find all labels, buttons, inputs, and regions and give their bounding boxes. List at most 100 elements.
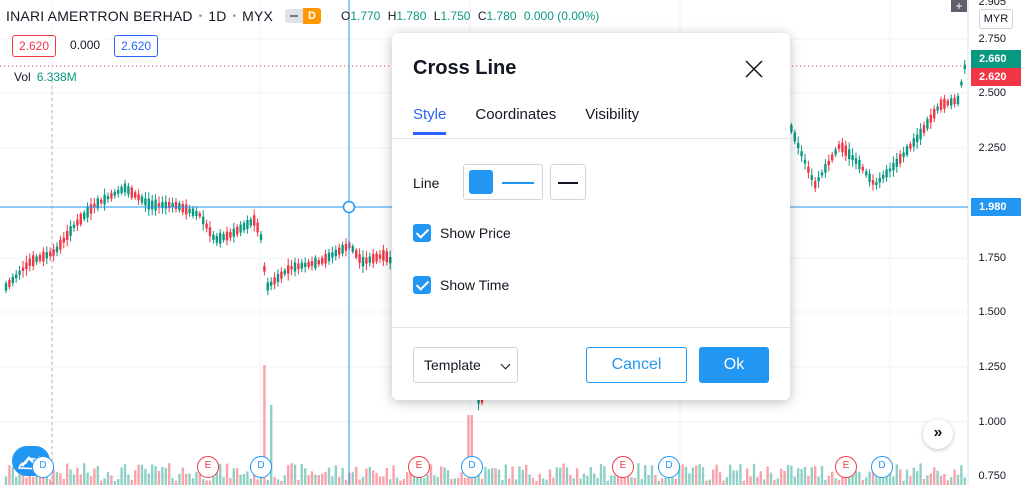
volume-bar [450, 478, 453, 485]
volume-bar [304, 468, 307, 485]
show-price-row[interactable]: Show Price [413, 224, 511, 242]
volume-bar [613, 475, 616, 485]
volume-bar [355, 466, 358, 485]
volume-bar [32, 476, 35, 485]
volume-bar [555, 467, 558, 485]
buy-button[interactable]: 2.620 [114, 35, 159, 57]
volume-bar [205, 480, 208, 485]
volume-bar [100, 480, 103, 485]
candle-body [956, 95, 960, 105]
exchange-label: MYX [242, 8, 274, 24]
candle-body [372, 253, 375, 264]
color-swatch[interactable] [469, 170, 493, 194]
dividend-event-icon[interactable]: D [461, 456, 483, 478]
plus-icon[interactable]: + [951, 0, 967, 12]
candle-body [236, 226, 239, 235]
axis-tick: 2.250 [978, 142, 1006, 154]
candle-body [15, 274, 18, 279]
candle-body [875, 182, 878, 186]
volume-bar [565, 467, 569, 485]
candle-body [854, 158, 858, 164]
candle-body [943, 98, 946, 109]
ok-button[interactable]: Ok [699, 347, 769, 383]
tab-visibility[interactable]: Visibility [585, 106, 639, 135]
candle-body [157, 203, 161, 207]
candle-body [293, 262, 297, 272]
candle-body [946, 100, 949, 106]
volume-bar [545, 479, 548, 485]
candle-body [803, 159, 807, 164]
volume-bar [936, 470, 939, 485]
dividend-event-icon[interactable]: D [250, 456, 272, 478]
show-price-checkbox[interactable] [413, 224, 431, 242]
volume-bar [229, 478, 232, 485]
tab-style[interactable]: Style [413, 106, 447, 135]
earnings-event-icon[interactable]: E [408, 456, 430, 478]
candle-body [232, 228, 235, 237]
volume-label: Vol [14, 70, 31, 84]
volume-bar [276, 479, 280, 485]
volume-bar [79, 474, 82, 485]
volume-bar [868, 471, 871, 485]
volume-bar [640, 478, 643, 485]
candle-body [171, 202, 174, 208]
volume-bar [630, 477, 633, 485]
candle-body [239, 224, 242, 233]
volume-bar [946, 480, 949, 485]
close-icon[interactable] [742, 57, 766, 81]
interval-label[interactable]: 1D [208, 8, 226, 24]
volume-bar [722, 480, 725, 485]
volume-bar [528, 474, 531, 485]
candle-body [848, 149, 851, 160]
volume-bar [151, 464, 154, 485]
volume-bar [559, 467, 562, 485]
high-value: 1.780 [396, 9, 427, 23]
tab-coordinates[interactable]: Coordinates [475, 106, 556, 135]
dividend-event-icon[interactable]: D [32, 456, 54, 478]
legend-toggle[interactable]: D [285, 8, 321, 24]
collapse-icon[interactable] [285, 9, 304, 23]
candle-body [960, 81, 963, 86]
volume-bar [249, 478, 252, 485]
template-dropdown[interactable]: Template [413, 347, 518, 383]
volume-bar [956, 474, 960, 485]
axis-tick: 1.500 [978, 306, 1006, 318]
show-time-checkbox[interactable] [413, 276, 431, 294]
candle-body [154, 199, 157, 211]
candle-body [314, 257, 317, 269]
volume-bar [358, 479, 361, 485]
candle-body [790, 125, 793, 132]
candle-body [861, 166, 864, 171]
volume-bar [307, 475, 310, 485]
line-thickness-button[interactable] [550, 164, 586, 200]
line-color-style-button[interactable] [463, 164, 543, 200]
earnings-event-icon[interactable]: E [197, 456, 219, 478]
show-time-row[interactable]: Show Time [413, 276, 509, 294]
volume-bar [106, 472, 110, 485]
candle-body [59, 239, 62, 250]
volume-bar [773, 479, 776, 485]
candle-body [4, 283, 8, 291]
candle-body [953, 97, 956, 105]
volume-bar [504, 464, 507, 485]
sell-button[interactable]: 2.620 [12, 35, 57, 57]
earnings-event-icon[interactable]: E [612, 456, 634, 478]
cancel-button[interactable]: Cancel [586, 347, 687, 383]
volume-bar [793, 476, 796, 485]
volume-bar [181, 467, 184, 485]
candle-body [140, 196, 144, 203]
volume-bar [443, 467, 446, 485]
symbol-name[interactable]: INARI AMERTRON BERHAD [6, 8, 193, 24]
volume-bar [463, 477, 467, 485]
volume-bar [130, 479, 133, 485]
candle-body [885, 169, 888, 178]
candle-body [950, 98, 953, 106]
volume-bar [76, 467, 79, 485]
currency-selector[interactable]: MYR [979, 9, 1013, 29]
dividend-event-icon[interactable]: D [658, 456, 680, 478]
candle-body [249, 219, 252, 226]
earnings-event-icon[interactable]: E [835, 456, 857, 478]
dividend-event-icon[interactable]: D [871, 456, 893, 478]
double-chevron-right-icon[interactable]: » [923, 419, 953, 449]
volume-bar [633, 477, 637, 485]
